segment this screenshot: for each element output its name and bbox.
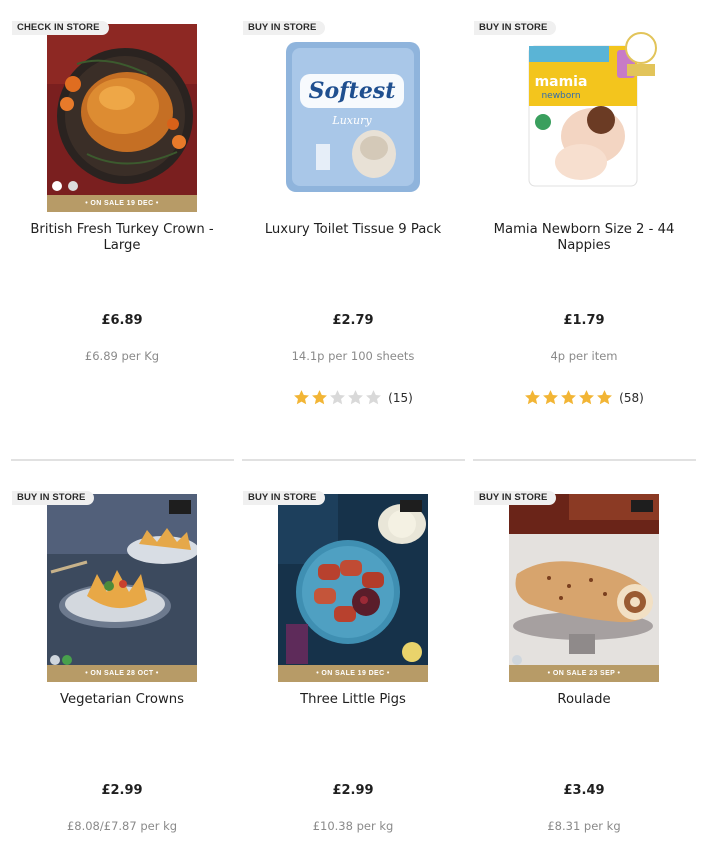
toilet-tissue-photo-icon: Softest Luxury — [278, 24, 428, 212]
product-name[interactable]: Three Little Pigs — [242, 692, 464, 708]
product-price: £2.99 — [101, 783, 143, 798]
star-empty-icon — [366, 390, 382, 405]
unit-price: £8.31 per kg — [547, 819, 621, 833]
star-filled-icon — [525, 390, 541, 405]
product-price: £3.49 — [563, 783, 605, 798]
product-name[interactable]: British Fresh Turkey Crown - Large — [11, 222, 233, 254]
product-name[interactable]: Mamia Newborn Size 2 - 44 Nappies — [473, 222, 695, 254]
star-empty-icon — [348, 390, 364, 405]
svg-text:newborn: newborn — [541, 91, 580, 101]
product-name[interactable]: Roulade — [473, 692, 695, 708]
product-name[interactable]: Luxury Toilet Tissue 9 Pack — [242, 222, 464, 238]
availability-badge: BUY IN STORE — [243, 21, 326, 35]
stars — [293, 389, 382, 406]
roulade-photo-icon — [509, 494, 659, 682]
turkey-photo-icon — [47, 24, 197, 212]
sale-date-banner: • ON SALE 19 DEC • — [278, 665, 428, 682]
pigs-in-blankets-photo-icon — [278, 494, 428, 682]
availability-badge: BUY IN STORE — [474, 21, 557, 35]
product-price: £1.79 — [563, 313, 605, 328]
product-card[interactable]: BUY IN STORE Softest Luxury Luxury Toile… — [242, 0, 464, 430]
star-filled-icon — [543, 390, 559, 405]
vegetarian-crowns-photo-icon — [47, 494, 197, 682]
availability-badge: BUY IN STORE — [12, 491, 95, 505]
svg-text:Luxury: Luxury — [331, 114, 372, 127]
product-name[interactable]: Vegetarian Crowns — [11, 692, 233, 708]
unit-price: 14.1p per 100 sheets — [291, 349, 415, 363]
sale-date-banner: • ON SALE 19 DEC • — [47, 195, 197, 212]
review-count: (58) — [619, 390, 644, 405]
product-card[interactable]: CHECK IN STORE • ON SALE 19 DEC • Britis… — [11, 0, 233, 430]
star-filled-icon — [597, 390, 613, 405]
svg-text:Softest: Softest — [309, 78, 396, 104]
svg-text:mamia: mamia — [535, 74, 588, 90]
product-price: £2.79 — [332, 313, 374, 328]
product-price: £2.99 — [332, 783, 374, 798]
row-divider — [11, 459, 234, 461]
nappies-photo-icon: mamia newborn — [509, 24, 659, 212]
product-card[interactable]: BUY IN STORE • ON SALE 23 SEP • Roulade … — [473, 470, 695, 858]
product-price: £6.89 — [101, 313, 143, 328]
availability-badge: BUY IN STORE — [243, 491, 326, 505]
product-image[interactable]: mamia newborn — [509, 24, 659, 212]
review-count: (15) — [388, 390, 413, 405]
star-rating[interactable]: (15) — [242, 389, 464, 406]
stars — [524, 389, 613, 406]
row-divider — [242, 459, 465, 461]
unit-price: £10.38 per kg — [312, 819, 394, 833]
product-card[interactable]: BUY IN STORE mamia newborn Mamia Newborn… — [473, 0, 695, 430]
row-divider — [473, 459, 696, 461]
star-filled-icon — [312, 390, 328, 405]
availability-badge: CHECK IN STORE — [12, 21, 109, 35]
unit-price: £6.89 per Kg — [84, 349, 160, 363]
unit-price: 4p per item — [550, 349, 618, 363]
star-filled-icon — [561, 390, 577, 405]
sale-date-banner: • ON SALE 23 SEP • — [509, 665, 659, 682]
product-image[interactable]: • ON SALE 28 OCT • — [47, 494, 197, 682]
unit-price: £8.08/£7.87 per kg — [66, 819, 178, 833]
star-filled-icon — [294, 390, 310, 405]
star-filled-icon — [579, 390, 595, 405]
sale-date-banner: • ON SALE 28 OCT • — [47, 665, 197, 682]
product-card[interactable]: BUY IN STORE • ON SALE 28 OCT • Vegetari… — [11, 470, 233, 858]
availability-badge: BUY IN STORE — [474, 491, 557, 505]
product-image[interactable]: • ON SALE 19 DEC • — [47, 24, 197, 212]
product-image[interactable]: • ON SALE 19 DEC • — [278, 494, 428, 682]
product-card[interactable]: BUY IN STORE • ON SALE 19 DEC • Three Li… — [242, 470, 464, 858]
product-image[interactable]: Softest Luxury — [278, 24, 428, 212]
star-empty-icon — [330, 390, 346, 405]
star-rating[interactable]: (58) — [473, 389, 695, 406]
product-image[interactable]: • ON SALE 23 SEP • — [509, 494, 659, 682]
